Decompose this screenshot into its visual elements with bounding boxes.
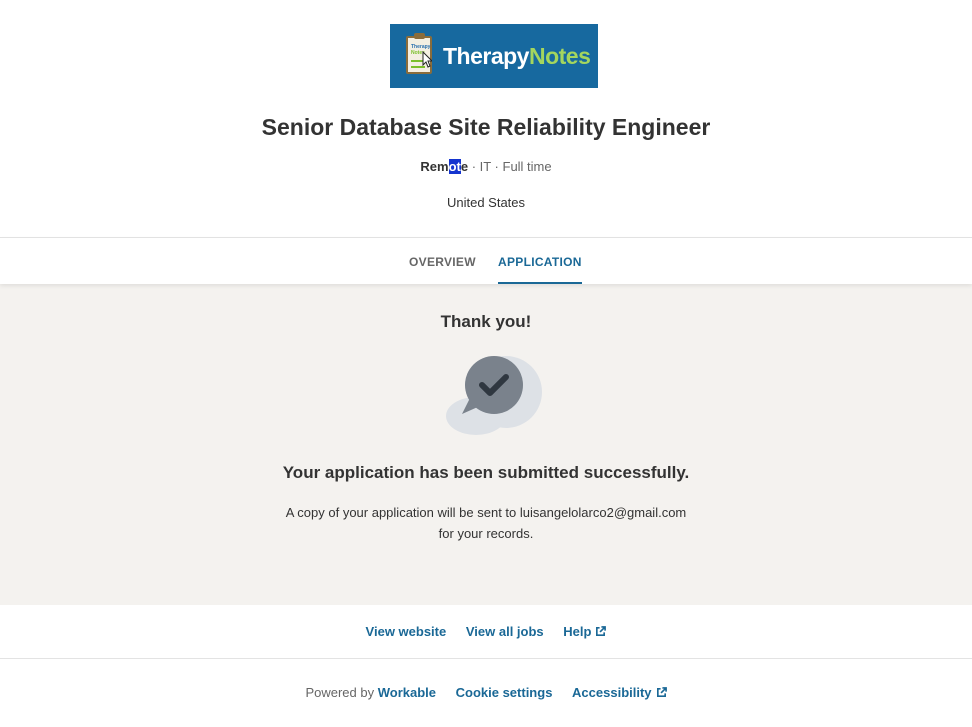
job-location: United States <box>446 195 526 210</box>
cookie-settings-link[interactable]: Cookie settings <box>456 685 553 700</box>
external-link-icon <box>656 687 667 697</box>
help-link[interactable]: Help <box>563 624 591 639</box>
powered-by-label: Powered by <box>305 685 375 700</box>
view-website-link[interactable]: View website <box>366 624 447 639</box>
workplace-type-b: e <box>460 159 469 174</box>
therapynotes-logo[interactable]: Therapy Notes TherapyNotes <box>390 24 598 88</box>
success-message: Your application has been submitted succ… <box>282 463 690 482</box>
logo-wordmark: TherapyNotes <box>443 41 591 71</box>
page-footer: Powered by Workable Cookie settings Acce… <box>0 659 972 727</box>
job-header: Therapy Notes TherapyNotes Senior Databa… <box>0 0 972 238</box>
workplace-type-a: Rem <box>420 159 449 174</box>
copy-notice-line2: for your records. <box>438 526 534 541</box>
job-meta: Remote · IT · Full time <box>0 159 972 174</box>
workplace-type: Remote <box>420 159 468 174</box>
external-link-icon <box>596 626 607 636</box>
department-and-type: · IT · Full time <box>468 159 552 174</box>
tab-application[interactable]: APPLICATION <box>498 255 582 284</box>
logo-wordmark-therapy: Therapy <box>443 43 529 69</box>
accessibility-link-group[interactable]: Accessibility <box>572 685 667 700</box>
logo-wordmark-notes: Notes <box>528 43 591 69</box>
chat-bubble-check-icon <box>446 356 542 435</box>
thank-you-heading: Thank you! <box>440 312 532 331</box>
workable-link[interactable]: Workable <box>378 685 436 700</box>
cursor-icon <box>422 51 432 68</box>
confirmation-panel: Thank you! Your application has been sub… <box>0 284 972 605</box>
text-selection-highlight: ot <box>448 159 461 174</box>
tab-overview[interactable]: OVERVIEW <box>409 255 476 284</box>
copy-notice-line1: A copy of your application will be sent … <box>285 505 687 520</box>
job-tabs: OVERVIEW APPLICATION <box>0 238 972 284</box>
accessibility-link[interactable]: Accessibility <box>572 685 652 700</box>
job-title: Senior Database Site Reliability Enginee… <box>261 114 711 140</box>
view-all-jobs-link[interactable]: View all jobs <box>466 624 544 639</box>
copy-notice: A copy of your application will be sent … <box>0 502 972 544</box>
help-link-group[interactable]: Help <box>563 624 607 639</box>
links-bar: View website View all jobs Help <box>0 605 972 659</box>
